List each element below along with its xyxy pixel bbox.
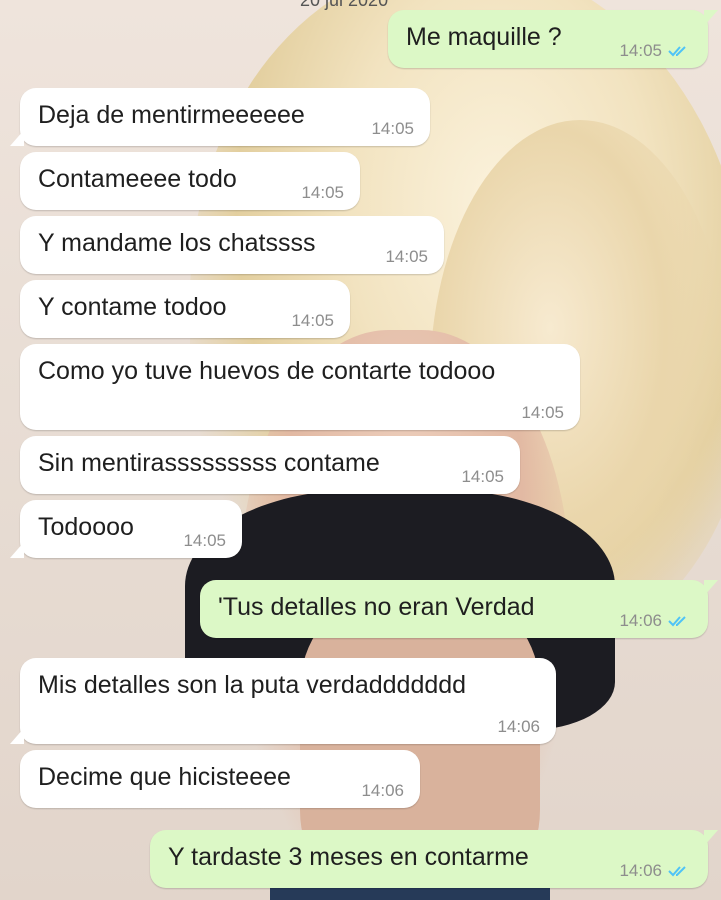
message-bubble-incoming[interactable]: Decime que hicisteeee 14:06 <box>20 750 420 808</box>
message-bubble-incoming[interactable]: Y contame todoo 14:05 <box>20 280 350 338</box>
message-time: 14:06 <box>497 717 540 736</box>
message-text: Deja de mentirmeeeeee <box>38 101 305 129</box>
message-time: 14:05 <box>291 311 334 330</box>
message-bubble-incoming[interactable]: Todoooo 14:05 <box>10 500 242 558</box>
message-text: Y tardaste 3 meses en contarme <box>168 843 529 871</box>
message-time: 14:05 <box>385 247 428 266</box>
message-bubble-outgoing[interactable]: Y tardaste 3 meses en contarme 14:06 <box>150 830 718 888</box>
message-text: Y contame todoo <box>38 293 227 321</box>
message-time: 14:06 <box>619 861 662 880</box>
message-bubble-incoming[interactable]: Sin mentirasssssssss contame 14:05 <box>20 436 520 494</box>
message-text: Decime que hicisteeee <box>38 763 291 791</box>
message-text: 'Tus detalles no eran Verdad <box>218 593 535 621</box>
message-bubble-incoming[interactable]: Como yo tuve huevos de contarte todooo 1… <box>20 344 580 430</box>
message-time: 14:06 <box>619 611 662 630</box>
message-time: 14:06 <box>361 781 404 800</box>
message-bubble-incoming[interactable]: Deja de mentirmeeeeee 14:05 <box>10 88 430 146</box>
double-check-read-icon <box>668 614 690 628</box>
message-time: 14:05 <box>521 403 564 422</box>
message-bubble-outgoing[interactable]: Me maquille ? 14:05 <box>388 10 718 68</box>
message-bubble-incoming[interactable]: Mis detalles son la puta verdaddddddd 14… <box>10 658 556 744</box>
message-time: 14:05 <box>371 119 414 138</box>
message-time: 14:05 <box>183 531 226 550</box>
message-time: 14:05 <box>461 467 504 486</box>
double-check-read-icon <box>668 44 690 58</box>
message-text: Me maquille ? <box>406 23 562 51</box>
double-check-read-icon <box>668 864 690 878</box>
message-bubble-outgoing[interactable]: 'Tus detalles no eran Verdad 14:06 <box>200 580 718 638</box>
message-text: Contameeee todo <box>38 165 237 193</box>
message-text: Todoooo <box>38 513 134 541</box>
date-separator-fragment: 20 jul 2020 <box>300 0 389 10</box>
message-text: Y mandame los chatssss <box>38 229 316 257</box>
message-time: 14:05 <box>301 183 344 202</box>
message-text: Sin mentirasssssssss contame <box>38 449 380 477</box>
message-text: Como yo tuve huevos de contarte todooo <box>38 357 496 385</box>
message-text: Mis detalles son la puta verdaddddddd <box>38 671 467 699</box>
message-bubble-incoming[interactable]: Contameeee todo 14:05 <box>20 152 360 210</box>
message-bubble-incoming[interactable]: Y mandame los chatssss 14:05 <box>20 216 444 274</box>
message-time: 14:05 <box>619 41 662 60</box>
